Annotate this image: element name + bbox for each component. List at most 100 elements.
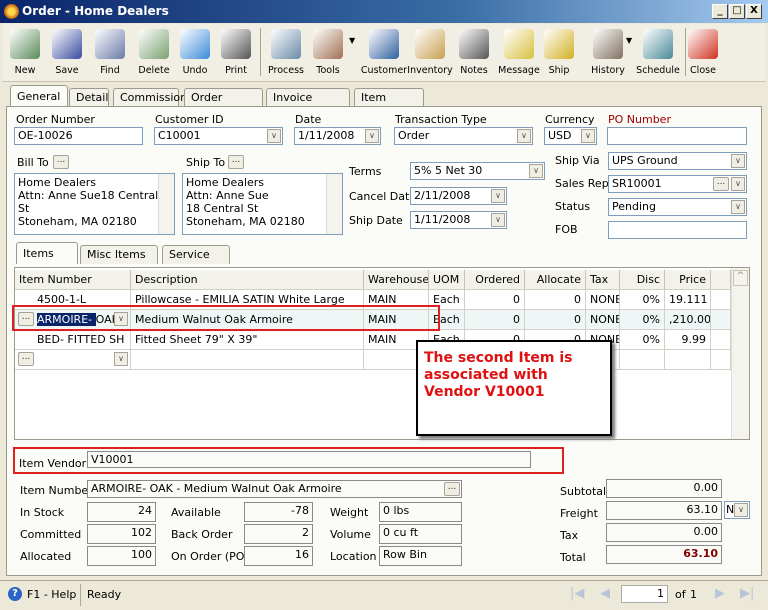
dropdown-arrow-icon[interactable]: ▼ — [349, 36, 355, 45]
toolbar-button-undo[interactable]: Undo — [175, 26, 215, 80]
close-window-button[interactable]: X — [746, 4, 762, 19]
date-input[interactable]: 1/11/2008 ∨ — [294, 127, 381, 145]
grid-cell[interactable]: ... ∨ — [15, 350, 131, 370]
toolbar-button-history[interactable]: History — [584, 26, 632, 80]
toolbar-button-notes[interactable]: Notes — [454, 26, 494, 80]
freight-field[interactable]: 63.10 — [606, 501, 722, 520]
tab-item-history[interactable]: Item History — [354, 88, 424, 121]
toolbar-button-print[interactable]: Print — [216, 26, 256, 80]
grid-cell[interactable] — [665, 350, 711, 370]
grid-cell[interactable]: 9.99 — [665, 330, 711, 350]
grid-cell[interactable]: 0 — [525, 310, 586, 330]
column-header-tax[interactable]: Tax — [586, 270, 620, 290]
subtab-service[interactable]: Service (0) — [162, 245, 230, 278]
tab-general[interactable]: General — [10, 85, 68, 107]
toolbar-button-new[interactable]: New — [5, 26, 45, 80]
toolbar-button-find[interactable]: Find — [90, 26, 130, 80]
column-header-price[interactable]: Price — [665, 270, 711, 290]
fob-input[interactable] — [608, 221, 747, 239]
chevron-down-icon[interactable]: ∨ — [731, 154, 745, 168]
ship-date-input[interactable]: 1/11/2008 ∨ — [410, 211, 507, 229]
toolbar-button-ship[interactable]: Ship — [539, 26, 579, 80]
chevron-down-icon[interactable]: ∨ — [491, 189, 505, 203]
terms-select[interactable]: 5% 5 Net 30 ∨ — [410, 162, 545, 180]
scroll-up-icon[interactable]: ^ — [733, 270, 748, 286]
freight-tax-select[interactable]: N ∨ — [724, 501, 750, 519]
grid-cell[interactable]: BED- FITTED SH — [15, 330, 131, 350]
chevron-down-icon[interactable]: ∨ — [267, 129, 281, 143]
bill-to-lookup-button[interactable]: ... — [53, 155, 69, 169]
chevron-down-icon[interactable]: ∨ — [529, 164, 543, 178]
tab-commission[interactable]: Commission — [113, 88, 187, 107]
chevron-down-icon[interactable]: ∨ — [517, 129, 531, 143]
toolbar-button-schedule[interactable]: Schedule — [632, 26, 684, 80]
sales-rep-select[interactable]: SR10001... ∨ — [608, 175, 747, 193]
scrollbar[interactable] — [158, 174, 174, 234]
ship-via-select[interactable]: UPS Ground ∨ — [608, 152, 747, 170]
grid-cell[interactable] — [131, 350, 364, 370]
column-header-ordered[interactable]: Ordered — [465, 270, 525, 290]
toolbar-button-message[interactable]: Message — [496, 26, 542, 80]
scrollbar[interactable] — [326, 174, 342, 234]
ship-to-lookup-button[interactable]: ... — [228, 155, 244, 169]
column-header-disc[interactable]: Disc — [620, 270, 665, 290]
first-page-icon[interactable]: |◀ — [570, 586, 584, 601]
help-label[interactable]: F1 - Help — [27, 588, 76, 601]
grid-cell[interactable]: 0% — [620, 290, 665, 310]
bill-to-address[interactable]: Home Dealers Attn: Anne Sue18 Central St St… — [14, 173, 175, 235]
chevron-down-icon[interactable]: ∨ — [734, 503, 748, 517]
grid-cell[interactable]: 19.111 — [665, 290, 711, 310]
column-header-uom[interactable]: UOM — [429, 270, 465, 290]
page-input[interactable]: 1 — [621, 585, 668, 603]
minimize-button[interactable]: _ — [712, 4, 728, 19]
subtab-misc[interactable]: Misc Items (0) — [80, 245, 158, 278]
next-page-icon[interactable]: ▶ — [715, 586, 725, 601]
toolbar-button-customer[interactable]: Customer — [358, 26, 410, 80]
toolbar-button-delete[interactable]: Delete — [133, 26, 175, 80]
chevron-down-icon[interactable]: ∨ — [491, 213, 505, 227]
column-header-allocate[interactable]: Allocate — [525, 270, 586, 290]
customer-id-select[interactable]: C10001 ∨ — [154, 127, 283, 145]
cancel-date-input[interactable]: 2/11/2008 ∨ — [410, 187, 507, 205]
column-header-warehouse[interactable]: Warehouse — [364, 270, 429, 290]
order-number-input[interactable]: OE-10026 — [14, 127, 143, 145]
grid-cell[interactable]: 0 — [465, 310, 525, 330]
grid-cell[interactable]: 0% — [620, 310, 665, 330]
row-lookup-button[interactable]: ... — [18, 352, 34, 366]
tab-invoice-history[interactable]: Invoice History — [266, 88, 350, 121]
chevron-down-icon[interactable]: ∨ — [365, 129, 379, 143]
grid-cell[interactable]: NONE — [586, 310, 620, 330]
grid-cell[interactable]: 0% — [620, 330, 665, 350]
chevron-down-icon[interactable]: ∨ — [731, 200, 745, 214]
grid-cell[interactable]: Fitted Sheet 79" X 39" — [131, 330, 364, 350]
ship-to-address[interactable]: Home Dealers Attn: Anne Sue 18 Central St S… — [182, 173, 343, 235]
po-number-input[interactable] — [607, 127, 747, 145]
dropdown-arrow-icon[interactable]: ▼ — [626, 36, 632, 45]
grid-cell[interactable]: 0 — [525, 290, 586, 310]
grid-cell[interactable] — [620, 350, 665, 370]
subtab-items[interactable]: Items (3) — [16, 242, 78, 282]
grid-cell[interactable]: 0 — [465, 290, 525, 310]
transaction-type-select[interactable]: Order ∨ — [394, 127, 533, 145]
grid-scrollbar[interactable]: ^ — [731, 268, 749, 439]
column-header-item-number[interactable]: Item Number — [15, 270, 131, 290]
status-select[interactable]: Pending ∨ — [608, 198, 747, 216]
maximize-button[interactable]: □ — [729, 4, 745, 19]
grid-cell[interactable]: NONE — [586, 290, 620, 310]
chevron-down-icon[interactable]: ∨ — [731, 177, 745, 191]
currency-select[interactable]: USD ∨ — [544, 127, 597, 145]
toolbar-button-close[interactable]: Close — [683, 26, 723, 80]
chevron-down-icon[interactable]: ∨ — [581, 129, 595, 143]
toolbar-button-process[interactable]: Process — [264, 26, 308, 80]
grid-cell[interactable]: ,210.00 — [665, 310, 711, 330]
sales-rep-lookup-button[interactable]: ... — [713, 177, 729, 191]
prev-page-icon[interactable]: ◀ — [600, 586, 610, 601]
toolbar-button-save[interactable]: Save — [47, 26, 87, 80]
toolbar-button-inventory[interactable]: Inventory — [406, 26, 454, 80]
chevron-down-icon[interactable]: ∨ — [114, 352, 128, 366]
help-icon[interactable]: ? — [8, 587, 22, 601]
tab-order-history[interactable]: Order History — [184, 88, 263, 121]
toolbar-button-tools[interactable]: Tools — [308, 26, 348, 80]
item-lookup-button[interactable]: ... — [444, 482, 460, 496]
tab-detail[interactable]: Detail — [69, 88, 109, 107]
